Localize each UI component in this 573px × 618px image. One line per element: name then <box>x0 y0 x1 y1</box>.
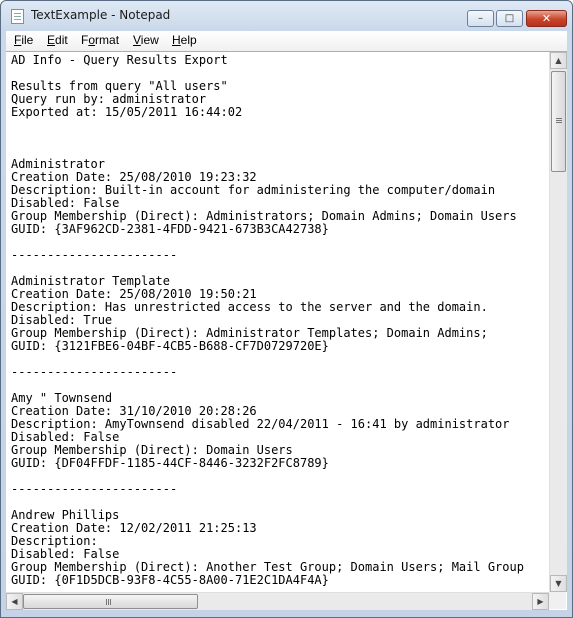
text-area[interactable]: AD Info - Query Results Export Results fr… <box>11 54 548 590</box>
maximize-button[interactable]: □ <box>496 10 523 27</box>
text-line: ----------------------- <box>11 365 178 379</box>
menu-file[interactable]: File <box>14 33 33 47</box>
horizontal-scrollbar[interactable]: ◀ ▶ <box>6 592 549 610</box>
text-line: ----------------------- <box>11 482 178 496</box>
vertical-scroll-thumb[interactable] <box>551 71 566 172</box>
scroll-right-icon[interactable]: ▶ <box>532 593 549 610</box>
grip-icon <box>106 599 107 605</box>
menu-view-mnemonic: V <box>133 33 141 47</box>
size-grip[interactable] <box>549 592 566 609</box>
notepad-icon[interactable] <box>11 9 24 24</box>
text-line: Exported at: 15/05/2011 16:44:02 <box>11 105 243 119</box>
scroll-left-icon[interactable]: ◀ <box>6 593 23 610</box>
scroll-down-icon[interactable]: ▼ <box>550 575 567 592</box>
notepad-window: TextExample - Notepad – □ ✕ File Edit Fo… <box>0 0 573 618</box>
menu-format-label: rmat <box>95 33 120 47</box>
text-line <box>11 132 548 145</box>
editor[interactable]: AD Info - Query Results Export Results fr… <box>6 51 567 610</box>
grip-icon <box>556 118 562 119</box>
menu-edit-mnemonic: E <box>47 33 56 47</box>
text-line: AD Info - Query Results Export <box>11 54 228 67</box>
menu-bar: File Edit Format View Help <box>6 31 567 52</box>
menu-help-mnemonic: H <box>172 33 181 47</box>
menu-view[interactable]: View <box>133 33 159 47</box>
menu-help-label: elp <box>180 33 197 47</box>
menu-edit[interactable]: Edit <box>47 33 68 47</box>
minimize-button[interactable]: – <box>467 10 494 27</box>
text-line: ----------------------- <box>11 248 178 262</box>
text-line: GUID: {3121FBE6-04BF-4CB5-B688-CF7D07297… <box>11 339 329 353</box>
vertical-scrollbar[interactable]: ▲ ▼ <box>549 52 567 592</box>
title-bar[interactable]: TextExample - Notepad – □ ✕ <box>1 1 572 31</box>
close-button[interactable]: ✕ <box>526 10 567 27</box>
window-title: TextExample - Notepad <box>31 8 171 22</box>
text-line <box>11 119 548 132</box>
horizontal-scroll-thumb[interactable] <box>23 594 198 609</box>
menu-edit-label: dit <box>55 33 68 47</box>
text-line: GUID: {0F1D5DCB-93F8-4C55-8A00-71E2C1DA4… <box>11 573 329 587</box>
menu-help[interactable]: Help <box>172 33 197 47</box>
menu-file-label: ile <box>21 33 34 47</box>
scroll-up-icon[interactable]: ▲ <box>550 52 567 69</box>
menu-format[interactable]: Format <box>81 33 119 47</box>
text-line: GUID: {DF04FFDF-1185-44CF-8446-3232F2FC8… <box>11 456 329 470</box>
text-line: GUID: {3AF962CD-2381-4FDD-9421-673B3CA42… <box>11 222 329 236</box>
menu-view-label: iew <box>140 33 159 47</box>
